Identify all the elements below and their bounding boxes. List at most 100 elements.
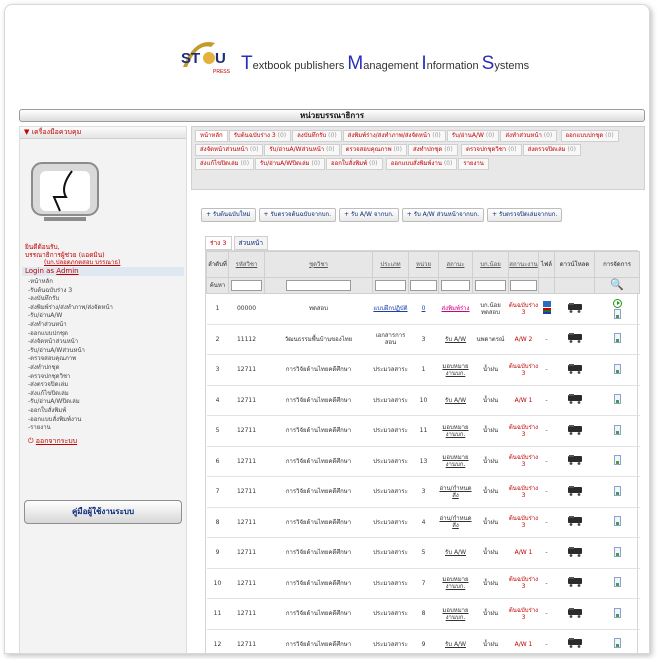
document-icon[interactable]	[613, 455, 621, 466]
document-icon[interactable]	[613, 308, 621, 319]
download-cart-icon[interactable]	[566, 638, 584, 649]
table-row[interactable]: 7 12711 การวิจัยด้านไทยคดีศึกษา ประมวลสาระ 3…	[206, 476, 640, 508]
document-icon[interactable]	[613, 394, 621, 405]
table-row[interactable]: 10 12711 การวิจัยด้านไทยคดีศึกษา ประมวลสาระ…	[206, 568, 640, 599]
download-cart-icon[interactable]	[566, 424, 584, 435]
tab-receive-draft3[interactable]: รับต้นฉบับร่าง 3 (0)	[228, 130, 292, 142]
sidebar-item-send-front[interactable]: -ส่งทำส่วนหน้า	[28, 321, 186, 330]
filter-editor-input[interactable]	[474, 280, 507, 291]
sidebar-header[interactable]: ▼ เครื่องมือควบคุม	[20, 127, 186, 139]
sidebar-item-front-layout[interactable]: -ส่งจัดหน้าส่วนหน้า	[28, 338, 186, 347]
sidebar-item-read-aw[interactable]: -รับ/อ่านA/W	[28, 312, 186, 321]
document-icon[interactable]	[613, 516, 621, 527]
receive-check-manuscript-button[interactable]: + รับตรวจต้นฉบับจากบก.	[258, 208, 337, 222]
col-course-code[interactable]: รหัสวิชา	[228, 251, 265, 278]
sidebar-item-home[interactable]: -หน้าหลัก	[28, 278, 186, 287]
col-status[interactable]: สถานะ	[438, 251, 473, 278]
stack-file-icon[interactable]	[542, 308, 551, 315]
col-work-status[interactable]: สถานะงาน	[508, 251, 539, 278]
filter-unit-input[interactable]	[410, 280, 437, 291]
receive-front-aw-button[interactable]: + รับ A/W ส่วนหน้าจากบก.	[401, 208, 485, 222]
file-icons[interactable]	[542, 301, 552, 315]
table-row[interactable]: 4 12711 การวิจัยด้านไทยคดีศึกษา ประมวลสาระ 1…	[206, 385, 640, 416]
sidebar-item-close-aw[interactable]: -รับ/อ่านA/Wปิดเล่ม	[28, 398, 186, 407]
table-row[interactable]: 9 12711 การวิจัยด้านไทยคดีศึกษา ประมวลสาระ 5…	[206, 537, 640, 569]
filter-work-status-input[interactable]	[510, 280, 537, 291]
tab-home[interactable]: หน้าหลัก	[195, 130, 228, 142]
sidebar-item-cover-design[interactable]: -ออกแบบปกชุด	[28, 330, 186, 339]
table-row[interactable]: 11 12711 การวิจัยด้านไทยคดีศึกษา ประมวลสาระ…	[206, 598, 640, 630]
download-cart-icon[interactable]	[566, 455, 584, 466]
cell-status[interactable]: ส่งพิมพ์ร่าง	[438, 293, 473, 325]
table-row[interactable]: 6 12711 การวิจัยด้านไทยคดีศึกษา ประมวลสาระ 1…	[206, 446, 640, 477]
sidebar-item-send-cover[interactable]: -ส่งทำปกชุด	[28, 364, 186, 373]
sidebar-item-send-print[interactable]: -ส่งพิมพ์ร่าง/ส่งทำภาพ/ส่งจัดหน้า	[28, 304, 186, 313]
cell-status[interactable]: มอบหมายงานบก.	[438, 598, 473, 630]
download-cart-icon[interactable]	[566, 516, 584, 527]
document-icon[interactable]	[613, 333, 621, 344]
cell-status[interactable]: มอบหมายงานบก.	[438, 415, 473, 447]
cell-status[interactable]: รับ A/W	[438, 385, 473, 416]
image-file-icon[interactable]	[542, 301, 551, 308]
cell-status[interactable]: อ่าน/กำหนดสั่ง	[438, 476, 473, 508]
cell-status[interactable]: มอบหมายงานบก.	[438, 354, 473, 386]
receive-close-check-button[interactable]: + รับตรวจปิดเล่มจากบก.	[487, 208, 563, 222]
subtab-front[interactable]: ส่วนหน้า	[233, 236, 268, 250]
filter-course-code-input[interactable]	[230, 280, 263, 291]
play-icon[interactable]	[612, 298, 622, 308]
search-icon[interactable]: 🔍	[610, 278, 624, 291]
tab-fix-close[interactable]: ส่งแก้ไขปิดเล่ม (0)	[195, 158, 255, 170]
subtab-draft3[interactable]: ร่าง 3	[205, 236, 232, 250]
sidebar-item-print-design[interactable]: -ออกแบบสั่งพิมพ์งาน	[28, 416, 186, 425]
document-icon[interactable]	[613, 638, 621, 649]
receive-new-manuscript-button[interactable]: + รับต้นฉบับใหม่	[201, 208, 256, 222]
tab-quality[interactable]: ตรวจสอบคุณภาพ (0)	[340, 144, 407, 156]
table-row[interactable]: 5 12711 การวิจัยด้านไทยคดีศึกษา ประมวลสาระ 1…	[206, 415, 640, 447]
table-row[interactable]: 8 12711 การวิจัยด้านไทยคดีศึกษา ประมวลสาระ 4…	[206, 507, 640, 538]
sidebar-item-register[interactable]: -ลงบันทึกรับ	[28, 295, 186, 304]
sidebar-item-front-aw[interactable]: -รับ/อ่านA/Wส่วนหน้า	[28, 347, 186, 356]
account-link[interactable]: (บก.ปลอดภกตสอบ บรรณาธ)	[20, 259, 186, 266]
filter-type-input[interactable]	[374, 280, 407, 291]
document-icon[interactable]	[613, 607, 621, 618]
tab-register[interactable]: ลงบันทึกรับ (0)	[292, 130, 342, 142]
download-cart-icon[interactable]	[566, 302, 584, 313]
tab-front-layout[interactable]: ส่งจัดหน้าส่วนหน้า (0)	[195, 144, 264, 156]
table-row[interactable]: 1 00000 ทดสอบ แบบฝึกปฏิบัติ 0 ส่งพิมพ์ร่าง บก.…	[206, 293, 640, 325]
cell-status[interactable]: มอบหมายงานบก.	[438, 568, 473, 599]
document-icon[interactable]	[613, 577, 621, 588]
table-row[interactable]: 2 11112 วัฒนธรรมพื้นบ้านของไทย เอกสารการสอน…	[206, 324, 640, 355]
download-cart-icon[interactable]	[566, 607, 584, 618]
table-row[interactable]: 12 12711 การวิจัยด้านไทยคดีศึกษา ประมวลสาระ…	[206, 629, 640, 653]
sidebar-item-report[interactable]: -รายงาน	[28, 424, 186, 433]
tab-print-design[interactable]: ออกแบบสั่งพิมพ์งาน (0)	[385, 158, 458, 170]
col-editor[interactable]: บก.น้อย	[472, 251, 509, 278]
tab-read-aw[interactable]: รับ/อ่านA/W (0)	[446, 130, 500, 142]
cell-status[interactable]: มอบหมายงานบก.	[438, 446, 473, 477]
tab-front-aw[interactable]: รับ/อ่านA/Wส่วนหน้า (0)	[264, 144, 340, 156]
sidebar-item-send-close[interactable]: -ส่งตรวจปิดเล่ม	[28, 381, 186, 390]
download-cart-icon[interactable]	[566, 394, 584, 405]
sidebar-item-fix-close[interactable]: -ส่งแก้ไขปิดเล่ม	[28, 390, 186, 399]
tab-send-print[interactable]: ส่งพิมพ์ร่าง/ส่งทำภาพ/ส่งจัดหน้า (0)	[342, 130, 446, 142]
receive-aw-button[interactable]: + รับ A/W จากบก.	[339, 208, 399, 222]
user-manual-button[interactable]: คู่มือผู้ใช้งานระบบ	[24, 500, 182, 524]
logout-link[interactable]: ⏻ ออกจากระบบ	[20, 437, 186, 446]
col-course-name[interactable]: ชุดวิชา	[264, 251, 373, 278]
sidebar-item-print-order[interactable]: -ออกใบสั่งพิมพ์	[28, 407, 186, 416]
col-unit[interactable]: หน่วย	[408, 251, 439, 278]
sidebar-item-quality[interactable]: -ตรวจสอบคุณภาพ	[28, 355, 186, 364]
tab-report[interactable]: รายงาน	[458, 158, 489, 170]
col-type[interactable]: ประเภท	[372, 251, 409, 278]
cell-status[interactable]: รับ A/W	[438, 629, 473, 653]
cell-status[interactable]: รับ A/W	[438, 324, 473, 355]
filter-status-input[interactable]	[440, 280, 471, 291]
login-user[interactable]: Admin	[56, 267, 78, 275]
sidebar-item-check-cover[interactable]: -ตรวจปกชุดวิชา	[28, 373, 186, 382]
sidebar-item-receive-draft3[interactable]: -รับต้นฉบับร่าง 3	[28, 287, 186, 296]
cell-status[interactable]: อ่าน/กำหนดสั่ง	[438, 507, 473, 538]
tab-send-close[interactable]: ส่งตรวจปิดเล่ม (0)	[522, 144, 581, 156]
download-cart-icon[interactable]	[566, 546, 584, 557]
tab-send-cover[interactable]: ส่งทำปกชุด (0)	[407, 144, 458, 156]
tab-print-order[interactable]: ออกใบสั่งพิมพ์ (0)	[326, 158, 383, 170]
